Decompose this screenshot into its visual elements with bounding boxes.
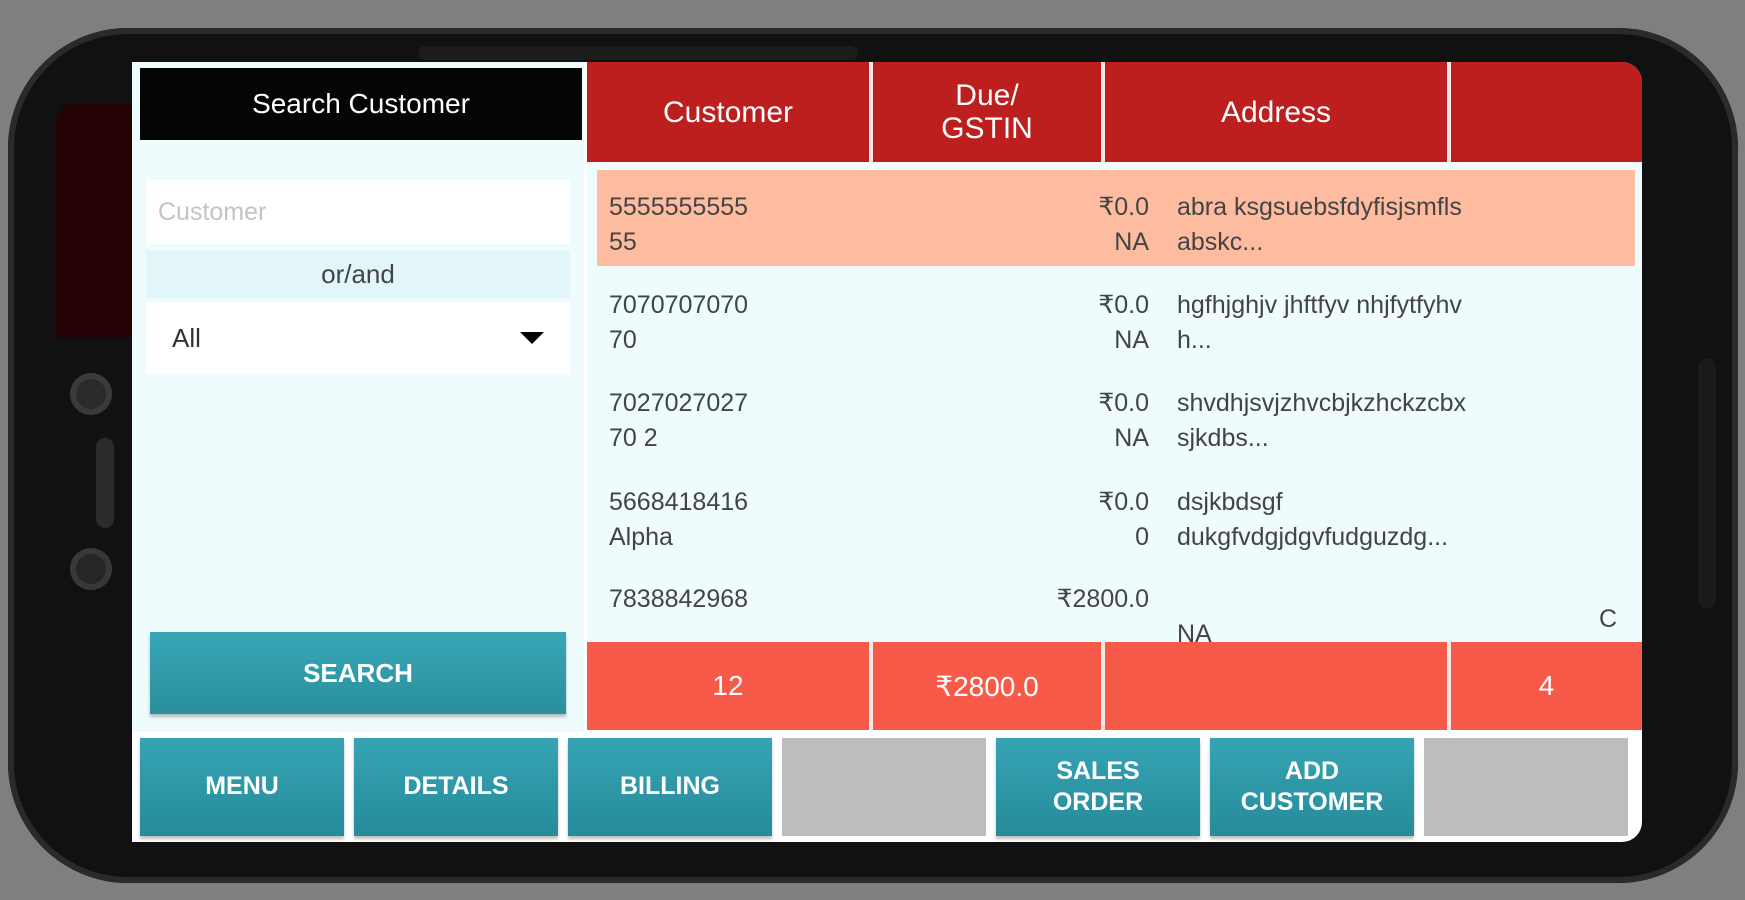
add-customer-button[interactable]: ADD CUSTOMER: [1210, 738, 1414, 836]
customer-table-body[interactable]: 5555555555 55 ₹0.0 NA abra ksgsuebsfdyfi…: [587, 162, 1642, 702]
app-screen: Search Customer or/and All SEARCH Custom…: [132, 62, 1642, 842]
column-header-due-gstin[interactable]: Due/ GSTIN: [873, 62, 1105, 162]
column-header-extra[interactable]: [1451, 62, 1642, 162]
total-address: [1105, 642, 1451, 730]
due-cell: ₹0.0 NA: [1098, 389, 1149, 452]
chevron-down-icon: [520, 332, 544, 344]
address-cell: shvdhjsvjzhvcbjkzhckzcbx sjkdbs...: [1177, 389, 1466, 452]
phone-side-button: [1698, 358, 1716, 608]
address-cell: dsjkbdsgf dukgfvdgjdgvfudguzdg...: [1177, 488, 1449, 551]
speaker-grille: [96, 438, 114, 528]
phone-top-bar: [418, 46, 858, 60]
screen-edge: [56, 103, 132, 338]
column-header-customer[interactable]: Customer: [587, 62, 873, 162]
column-header-address[interactable]: Address: [1105, 62, 1451, 162]
customer-cell: 5668418416 Alpha: [609, 488, 749, 551]
or-and-label: or/and: [146, 250, 570, 298]
table-row[interactable]: 7027027027 70 2 ₹0.0 NA shvdhjsvjzhvcbjk…: [597, 366, 1635, 462]
search-button[interactable]: SEARCH: [150, 632, 566, 714]
details-button[interactable]: DETAILS: [354, 738, 558, 836]
address-cell: abra ksgsuebsfdyfisjsmfls abskc...: [1177, 193, 1462, 256]
due-cell: ₹0.0 0: [1098, 488, 1149, 551]
customer-cell: 7027027027 70 2: [609, 389, 749, 452]
filter-selected-value: All: [172, 322, 201, 353]
table-header: Customer Due/ GSTIN Address: [587, 62, 1642, 162]
billing-button[interactable]: BILLING: [568, 738, 772, 836]
total-extra: 4: [1451, 642, 1642, 730]
due-cell: ₹2800.0: [1056, 585, 1149, 613]
empty-button[interactable]: [782, 738, 986, 836]
filter-dropdown[interactable]: All: [146, 302, 570, 374]
search-panel-title: Search Customer: [140, 68, 582, 140]
search-panel: Search Customer or/and All SEARCH: [132, 62, 584, 732]
total-customers: 12: [587, 642, 873, 730]
customer-cell: 7838842968: [609, 585, 749, 613]
extra-cell: C: [1599, 605, 1618, 633]
menu-button[interactable]: MENU: [140, 738, 344, 836]
customer-cell: 5555555555 55: [609, 193, 749, 256]
customer-cell: 7070707070 70: [609, 291, 749, 354]
bottom-toolbar: MENU DETAILS BILLING SALES ORDER ADD CUS…: [140, 738, 1640, 838]
total-due: ₹2800.0: [873, 642, 1105, 730]
empty-button-2[interactable]: [1424, 738, 1628, 836]
table-row[interactable]: 5668418416 Alpha ₹0.0 0 dsjkbdsgf dukgfv…: [597, 465, 1635, 561]
sales-order-button[interactable]: SALES ORDER: [996, 738, 1200, 836]
customer-search-input[interactable]: [146, 180, 570, 244]
address-cell: hgfhjghjv jhftfyv nhjfytfyhv h...: [1177, 291, 1462, 354]
due-cell: ₹0.0 NA: [1098, 193, 1149, 256]
due-cell: ₹0.0 NA: [1098, 291, 1149, 354]
table-footer-totals: 12 ₹2800.0 4: [587, 642, 1642, 730]
table-row[interactable]: 7070707070 70 ₹0.0 NA hgfhjghjv jhftfyv …: [597, 268, 1635, 364]
sensor-icon: [70, 548, 112, 590]
table-row[interactable]: 5555555555 55 ₹0.0 NA abra ksgsuebsfdyfi…: [597, 170, 1635, 266]
camera-icon: [70, 373, 112, 415]
